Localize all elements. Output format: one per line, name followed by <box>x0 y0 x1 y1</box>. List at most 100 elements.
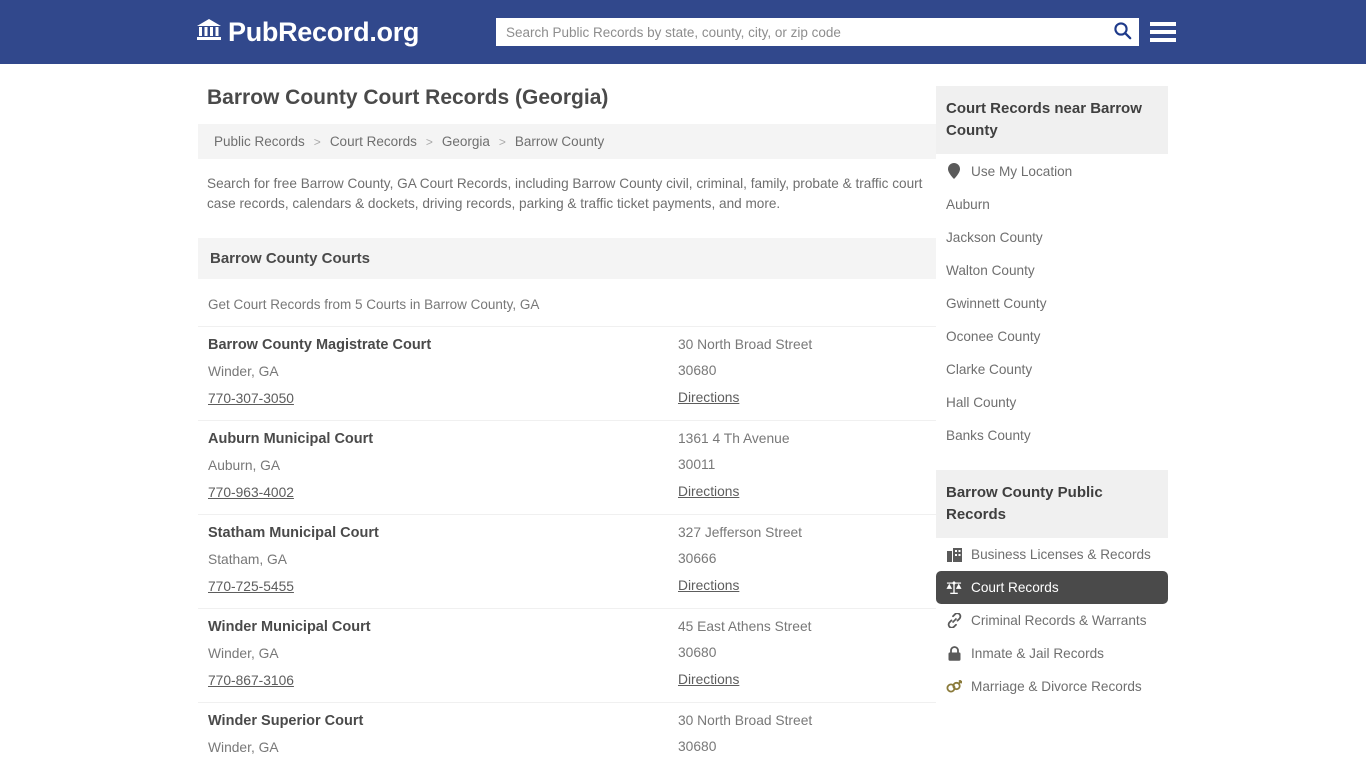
sidebar-item-label: Walton County <box>946 263 1035 278</box>
sidebar-item-label: Clarke County <box>946 362 1032 377</box>
court-street: 1361 4 Th Avenue <box>678 431 926 446</box>
directions-link[interactable]: Directions <box>678 672 739 687</box>
search-input[interactable] <box>496 19 1105 45</box>
page-intro-text: Search for free Barrow County, GA Court … <box>198 159 936 224</box>
sidebar-item-criminal-records[interactable]: Criminal Records & Warrants <box>936 604 1168 637</box>
sidebar-item-label: Use My Location <box>971 164 1072 179</box>
site-header: PubRecord.org <box>0 0 1366 64</box>
sidebar-item-hall-county[interactable]: Hall County <box>936 386 1168 419</box>
court-phone-link[interactable]: 770-963-4002 <box>208 485 294 500</box>
sidebar-item-label: Marriage & Divorce Records <box>971 679 1142 694</box>
court-info-right: 30 North Broad Street 30680 Directions <box>678 713 926 768</box>
court-phone-link[interactable]: 770-307-3050 <box>208 391 294 406</box>
court-zip: 30680 <box>678 739 926 754</box>
table-row: Winder Superior Court Winder, GA 770-307… <box>198 702 936 768</box>
court-info-left: Winder Superior Court Winder, GA 770-307… <box>208 713 678 768</box>
breadcrumb-item-barrow-county[interactable]: Barrow County <box>511 134 608 149</box>
sidebar-item-label: Banks County <box>946 428 1031 443</box>
court-zip: 30666 <box>678 551 926 566</box>
sidebar-item-clarke-county[interactable]: Clarke County <box>936 353 1168 386</box>
search-bar <box>496 18 1139 46</box>
court-name: Statham Municipal Court <box>208 525 678 541</box>
sidebar-item-auburn[interactable]: Auburn <box>936 188 1168 221</box>
main-content: Barrow County Court Records (Georgia) Pu… <box>198 86 936 768</box>
court-city: Statham, GA <box>208 552 678 567</box>
sidebar-item-banks-county[interactable]: Banks County <box>936 419 1168 452</box>
court-street: 327 Jefferson Street <box>678 525 926 540</box>
scales-icon <box>946 580 962 595</box>
map-pin-icon <box>946 163 962 179</box>
briefcase-icon <box>946 548 962 562</box>
breadcrumb-separator: > <box>423 135 436 149</box>
court-city: Winder, GA <box>208 364 678 379</box>
court-name: Winder Superior Court <box>208 713 678 729</box>
table-row: Barrow County Magistrate Court Winder, G… <box>198 326 936 420</box>
sidebar-item-jackson-county[interactable]: Jackson County <box>936 221 1168 254</box>
sidebar: Court Records near Barrow County Use My … <box>936 86 1168 768</box>
panel-spacer <box>936 460 1168 470</box>
nearby-panel-title: Court Records near Barrow County <box>936 86 1168 154</box>
hamburger-menu-icon[interactable] <box>1150 19 1176 45</box>
court-city: Winder, GA <box>208 740 678 755</box>
court-info-left: Auburn Municipal Court Auburn, GA 770-96… <box>208 431 678 502</box>
court-street: 30 North Broad Street <box>678 713 926 728</box>
lock-icon <box>946 646 962 661</box>
sidebar-item-court-records[interactable]: Court Records <box>936 571 1168 604</box>
court-phone-link[interactable]: 770-725-5455 <box>208 579 294 594</box>
court-zip: 30011 <box>678 457 926 472</box>
public-records-panel: Barrow County Public Records Business Li… <box>936 470 1168 703</box>
sidebar-item-label: Auburn <box>946 197 990 212</box>
court-info-right: 327 Jefferson Street 30666 Directions <box>678 525 926 596</box>
search-button[interactable] <box>1105 18 1139 46</box>
court-info-left: Statham Municipal Court Statham, GA 770-… <box>208 525 678 596</box>
breadcrumb: Public Records > Court Records > Georgia… <box>198 124 936 159</box>
sidebar-item-business-licenses[interactable]: Business Licenses & Records <box>936 538 1168 571</box>
breadcrumb-item-court-records[interactable]: Court Records <box>326 134 421 149</box>
courts-section-subheading: Get Court Records from 5 Courts in Barro… <box>198 279 936 326</box>
page-body: Barrow County Court Records (Georgia) Pu… <box>0 64 1366 768</box>
site-logo-text: PubRecord.org <box>228 17 419 48</box>
table-row: Statham Municipal Court Statham, GA 770-… <box>198 514 936 608</box>
sidebar-item-oconee-county[interactable]: Oconee County <box>936 320 1168 353</box>
sidebar-item-label: Oconee County <box>946 329 1040 344</box>
site-logo[interactable]: PubRecord.org <box>196 17 419 48</box>
sidebar-item-label: Court Records <box>971 580 1059 595</box>
sidebar-item-marriage-divorce-records[interactable]: Marriage & Divorce Records <box>936 670 1168 703</box>
bank-building-icon <box>196 18 222 46</box>
court-info-left: Barrow County Magistrate Court Winder, G… <box>208 337 678 408</box>
sidebar-item-inmate-jail-records[interactable]: Inmate & Jail Records <box>936 637 1168 670</box>
breadcrumb-item-public-records[interactable]: Public Records <box>210 134 309 149</box>
sidebar-item-label: Criminal Records & Warrants <box>971 613 1147 628</box>
sidebar-item-label: Gwinnett County <box>946 296 1047 311</box>
sidebar-item-label: Inmate & Jail Records <box>971 646 1104 661</box>
court-street: 30 North Broad Street <box>678 337 926 352</box>
court-zip: 30680 <box>678 645 926 660</box>
table-row: Winder Municipal Court Winder, GA 770-86… <box>198 608 936 702</box>
search-icon <box>1113 21 1132 43</box>
court-city: Winder, GA <box>208 646 678 661</box>
court-info-right: 45 East Athens Street 30680 Directions <box>678 619 926 690</box>
table-row: Auburn Municipal Court Auburn, GA 770-96… <box>198 420 936 514</box>
court-info-right: 1361 4 Th Avenue 30011 Directions <box>678 431 926 502</box>
page-title: Barrow County Court Records (Georgia) <box>207 86 936 110</box>
gender-symbols-icon <box>946 680 962 694</box>
breadcrumb-item-georgia[interactable]: Georgia <box>438 134 494 149</box>
sidebar-item-label: Jackson County <box>946 230 1043 245</box>
court-info-left: Winder Municipal Court Winder, GA 770-86… <box>208 619 678 690</box>
court-info-right: 30 North Broad Street 30680 Directions <box>678 337 926 408</box>
directions-link[interactable]: Directions <box>678 578 739 593</box>
sidebar-item-walton-county[interactable]: Walton County <box>936 254 1168 287</box>
court-phone-link[interactable]: 770-867-3106 <box>208 673 294 688</box>
breadcrumb-separator: > <box>311 135 324 149</box>
breadcrumb-separator: > <box>496 135 509 149</box>
sidebar-item-gwinnett-county[interactable]: Gwinnett County <box>936 287 1168 320</box>
public-records-panel-title: Barrow County Public Records <box>936 470 1168 538</box>
directions-link[interactable]: Directions <box>678 484 739 499</box>
court-street: 45 East Athens Street <box>678 619 926 634</box>
court-city: Auburn, GA <box>208 458 678 473</box>
sidebar-item-label: Business Licenses & Records <box>971 547 1151 562</box>
link-chain-icon <box>946 613 962 628</box>
directions-link[interactable]: Directions <box>678 390 739 405</box>
court-name: Winder Municipal Court <box>208 619 678 635</box>
sidebar-item-use-my-location[interactable]: Use My Location <box>936 154 1168 188</box>
